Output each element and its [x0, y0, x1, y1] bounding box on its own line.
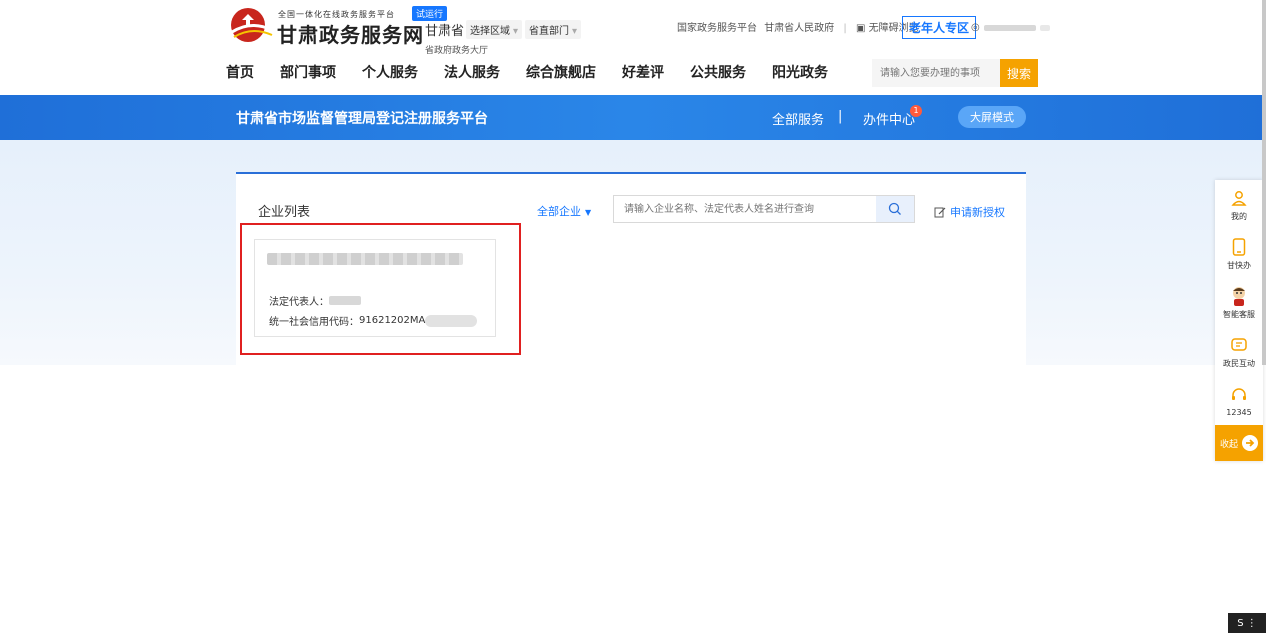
- nav-flagship[interactable]: 综合旗舰店: [526, 62, 596, 82]
- sidebar-collapse-button[interactable]: 收起: [1215, 425, 1263, 461]
- legal-representative: 法定代表人：: [269, 293, 361, 308]
- region-select[interactable]: 选择区域 ▾: [466, 20, 523, 39]
- headset-icon: [1229, 385, 1249, 405]
- scrollbar[interactable]: [1262, 0, 1266, 365]
- caret-down-icon: ▼: [585, 208, 592, 217]
- sidebar-item-label: 甘快办: [1227, 260, 1251, 270]
- hall-label[interactable]: 省政府政务大厅: [425, 43, 488, 56]
- province-label: 甘肃省: [425, 24, 465, 39]
- sidebar-item-gankuaiban[interactable]: 甘快办: [1215, 229, 1263, 278]
- arrow-right-icon: [1242, 435, 1258, 451]
- username-blurred: [983, 24, 1036, 31]
- nav-dept-items[interactable]: 部门事项: [280, 62, 336, 82]
- company-search-input[interactable]: [614, 196, 876, 222]
- platform-title: 甘肃省市场监督管理局登记注册服务平台: [236, 111, 488, 127]
- company-filter-label: 全部企业: [537, 205, 581, 218]
- chat-icon: [1229, 335, 1249, 355]
- sidebar-item-label: 12345: [1226, 407, 1252, 417]
- apply-authorization-link[interactable]: 申请新授权: [934, 204, 1005, 220]
- username-blurred: [1039, 24, 1050, 31]
- sidebar-item-label: 智能客服: [1223, 309, 1255, 319]
- top-links: 国家政务服务平台 甘肃省人民政府 | ▣ 无障碍浏览: [677, 19, 919, 34]
- search-icon: [888, 202, 901, 215]
- apply-authorization-label: 申请新授权: [950, 206, 1005, 219]
- link-province-gov[interactable]: 甘肃省人民政府: [764, 23, 834, 34]
- region-select-label: 选择区域: [470, 26, 510, 37]
- sidebar-item-label: 政民互动: [1223, 358, 1255, 368]
- divider: |: [838, 109, 843, 124]
- top-search-input[interactable]: [872, 59, 1000, 87]
- sidebar-item-smart-service[interactable]: 智能客服: [1215, 278, 1263, 327]
- link-national-platform[interactable]: 国家政务服务平台: [677, 23, 757, 34]
- nav-rating[interactable]: 好差评: [622, 62, 664, 82]
- senior-zone-button[interactable]: 老年人专区: [902, 16, 977, 39]
- sidebar-item-mine[interactable]: 我的: [1215, 180, 1263, 229]
- dept-select[interactable]: 省直部门 ▾: [525, 20, 582, 39]
- chevron-down-icon: ▾: [572, 26, 578, 37]
- legal-rep-label: 法定代表人：: [269, 297, 329, 308]
- sidebar-item-12345[interactable]: 12345: [1215, 376, 1263, 425]
- credit-code-label: 统一社会信用代码：: [269, 317, 359, 328]
- big-screen-button[interactable]: 大屏模式: [958, 106, 1026, 128]
- site-title[interactable]: 甘肃政务服务网: [277, 19, 424, 48]
- company-card[interactable]: 法定代表人： 统一社会信用代码： 91621202MA: [254, 239, 496, 337]
- nav-personal[interactable]: 个人服务: [362, 62, 418, 82]
- panel-title: 企业列表: [258, 205, 311, 220]
- divider: |: [843, 23, 847, 34]
- phone-icon: [1229, 237, 1249, 257]
- nav-home[interactable]: 首页: [226, 62, 254, 82]
- credit-code-value: 91621202MA: [359, 315, 426, 326]
- credit-code-blurred: [425, 314, 478, 327]
- accessibility-icon: ▣: [855, 23, 866, 34]
- company-filter-dropdown[interactable]: 全部企业 ▼: [537, 203, 591, 219]
- user-area[interactable]: ◎: [971, 22, 1050, 33]
- company-name-blurred: [267, 253, 463, 265]
- user-icon: [1229, 188, 1249, 208]
- nav-public[interactable]: 公共服务: [690, 62, 746, 82]
- logo-icon: [231, 8, 273, 42]
- notification-badge: 1: [910, 105, 922, 117]
- chevron-down-icon: ▾: [513, 26, 519, 37]
- platform-banner: 甘肃省市场监督管理局登记注册服务平台 全部服务 | 办件中心: [0, 95, 1266, 140]
- all-services-link[interactable]: 全部服务: [772, 109, 824, 128]
- company-search: [613, 195, 915, 223]
- site-header: 全国一体化在线政务服务平台 试运行 甘肃政务服务网 甘肃省 选择区域 ▾ 省直部门…: [0, 0, 1266, 95]
- nav-sunshine[interactable]: 阳光政务: [772, 62, 828, 82]
- robot-icon: [1229, 286, 1249, 306]
- edit-icon: [934, 207, 946, 218]
- right-sidebar: 我的 甘快办 智能客服 政民互动 12345 收起: [1215, 180, 1263, 461]
- user-icon: ◎: [971, 22, 980, 33]
- credit-code: 统一社会信用代码： 91621202MA: [269, 313, 478, 328]
- main-nav: 首页 部门事项 个人服务 法人服务 综合旗舰店 好差评 公共服务 阳光政务: [226, 62, 854, 82]
- legal-rep-blurred: [329, 296, 361, 305]
- sidebar-item-label: 我的: [1231, 211, 1247, 221]
- company-search-button[interactable]: [876, 196, 914, 222]
- collapse-label: 收起: [1219, 439, 1238, 450]
- ime-tray-icon[interactable]: S ⋮: [1228, 613, 1266, 633]
- top-search: 搜索: [872, 59, 1038, 87]
- top-search-button[interactable]: 搜索: [1000, 59, 1038, 87]
- office-center-link[interactable]: 办件中心: [863, 109, 915, 128]
- sidebar-item-interaction[interactable]: 政民互动: [1215, 327, 1263, 376]
- dept-select-label: 省直部门: [529, 26, 569, 37]
- nav-legal-entity[interactable]: 法人服务: [444, 62, 500, 82]
